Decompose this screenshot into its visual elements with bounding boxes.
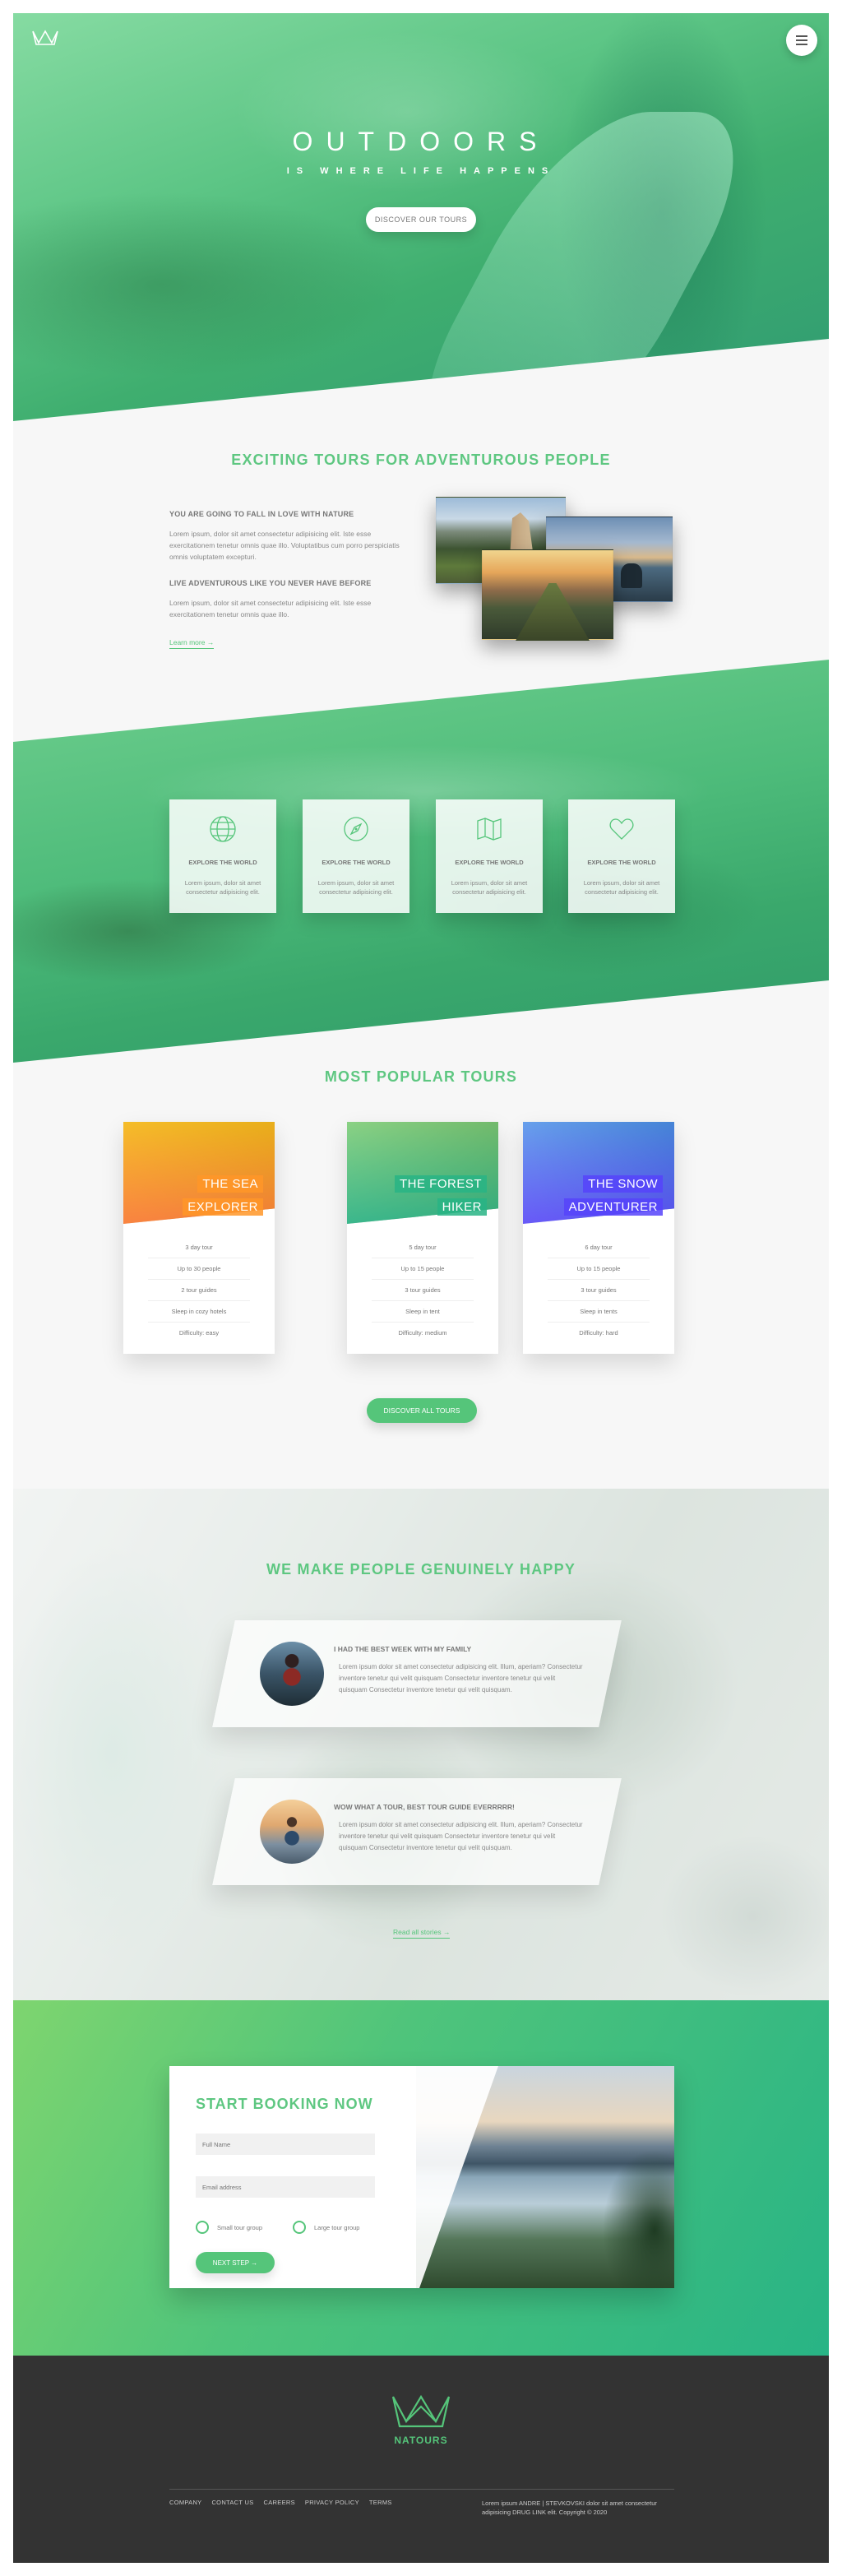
- feature-title: EXPLORE THE WORLD: [587, 859, 656, 866]
- footer-copyright: Lorem ipsum ANDRE | STEVKOVSKI dolor sit…: [482, 2500, 657, 2516]
- feature-text: Lorem ipsum, dolor sit amet consectetur …: [451, 879, 528, 896]
- about-paragraph-1: Lorem ipsum, dolor sit amet consectetur …: [169, 530, 400, 561]
- story-avatar: [260, 1642, 324, 1706]
- footer-link-careers[interactable]: CAREERS: [264, 2499, 295, 2506]
- feature-box: EXPLORE THE WORLD Lorem ipsum, dolor sit…: [303, 799, 409, 913]
- story-heading: WOW WHAT A TOUR, BEST TOUR GUIDE EVERRRR…: [334, 1803, 515, 1811]
- discover-tours-button[interactable]: DISCOVER OUR TOURS: [366, 207, 476, 232]
- footer: [13, 2356, 829, 2563]
- story-text: Lorem ipsum dolor sit amet consectetur a…: [339, 1663, 583, 1693]
- about-heading-1: YOU ARE GOING TO FALL IN LOVE WITH NATUR…: [169, 510, 354, 518]
- footer-link-company[interactable]: COMPANY: [169, 2499, 201, 2506]
- footer-nav: COMPANY CONTACT US CAREERS PRIVACY POLIC…: [169, 2499, 392, 2506]
- feature-box: EXPLORE THE WORLD Lorem ipsum, dolor sit…: [568, 799, 675, 913]
- story-heading: I HAD THE BEST WEEK WITH MY FAMILY: [334, 1645, 472, 1653]
- features-section: [13, 660, 829, 1063]
- large-group-radio[interactable]: Large tour group: [293, 2221, 359, 2234]
- map-icon: [477, 818, 502, 841]
- story-card: I HAD THE BEST WEEK WITH MY FAMILY Lorem…: [212, 1620, 622, 1727]
- menu-button[interactable]: [786, 25, 817, 56]
- discover-all-tours-button[interactable]: DISCOVER ALL TOURS: [367, 1398, 477, 1423]
- tour-card-name: THE SNOW ADVENTURER: [563, 1173, 663, 1219]
- feature-text: Lorem ipsum, dolor sit amet consectetur …: [317, 879, 395, 896]
- story-avatar: [260, 1800, 324, 1864]
- radio-circle-icon: [196, 2221, 209, 2234]
- footer-divider: [169, 2489, 674, 2490]
- feature-box: EXPLORE THE WORLD Lorem ipsum, dolor sit…: [436, 799, 543, 913]
- about-title: EXCITING TOURS FOR ADVENTUROUS PEOPLE: [231, 452, 611, 468]
- feature-title: EXPLORE THE WORLD: [455, 859, 524, 866]
- feature-box: EXPLORE THE WORLD Lorem ipsum, dolor sit…: [169, 799, 276, 913]
- tour-card-forest-hiker[interactable]: THE FOREST HIKER 5 day tour Up to 15 peopl…: [347, 1122, 498, 1354]
- hamburger-icon: [796, 35, 807, 37]
- story-card: WOW WHAT A TOUR, BEST TOUR GUIDE EVERRRR…: [212, 1778, 622, 1885]
- heart-icon: [609, 818, 634, 840]
- tour-card-details: 6 day tour Up to 15 people 3 tour guides Sl…: [548, 1237, 650, 1344]
- feature-text: Lorem ipsum, dolor sit amet consectetur …: [184, 879, 261, 896]
- story-text: Lorem ipsum dolor sit amet consectetur a…: [339, 1821, 583, 1851]
- full-name-input[interactable]: [196, 2134, 375, 2155]
- email-input[interactable]: [196, 2176, 375, 2198]
- tour-card-name: THE SEA EXPLORER: [183, 1173, 263, 1219]
- tour-card-details: 3 day tour Up to 30 people 2 tour guides Sl…: [148, 1237, 250, 1344]
- about-heading-2: LIVE ADVENTUROUS LIKE YOU NEVER HAVE BEF…: [169, 579, 372, 587]
- feature-title: EXPLORE THE WORLD: [322, 859, 391, 866]
- next-step-button[interactable]: NEXT STEP →: [196, 2252, 275, 2273]
- footer-logo-icon[interactable]: [388, 2390, 454, 2431]
- booking-card: START BOOKING NOW Small tour group Large…: [169, 2066, 674, 2288]
- footer-brand: NATOURS: [394, 2435, 448, 2446]
- feature-text: Lorem ipsum, dolor sit amet consectetur …: [583, 879, 660, 896]
- read-all-stories-link[interactable]: Read all stories →: [393, 1928, 451, 1939]
- stories-title: WE MAKE PEOPLE GENUINELY HAPPY: [266, 1561, 576, 1578]
- tour-card-details: 5 day tour Up to 15 people 3 tour guides Sl…: [372, 1237, 474, 1344]
- composition-photo-3[interactable]: [482, 549, 613, 640]
- feature-title: EXPLORE THE WORLD: [188, 859, 257, 866]
- footer-link-contact[interactable]: CONTACT US: [211, 2499, 253, 2506]
- small-group-radio[interactable]: Small tour group: [196, 2221, 262, 2234]
- about-paragraph-2: Lorem ipsum, dolor sit amet consectetur …: [169, 599, 372, 619]
- tours-title: MOST POPULAR TOURS: [324, 1068, 518, 1085]
- footer-link-terms[interactable]: TERMS: [369, 2499, 392, 2506]
- radio-circle-icon: [293, 2221, 306, 2234]
- hero-title: OUTDOORS: [292, 127, 550, 156]
- page: OUTDOORS IS WHERE LIFE HAPPENS DISCOVER …: [13, 13, 829, 2563]
- tour-card-sea-explorer[interactable]: THE SEA EXPLORER 3 day tour Up to 30 peopl…: [123, 1122, 275, 1354]
- booking-title: START BOOKING NOW: [196, 2096, 373, 2112]
- tour-card-name: THE FOREST HIKER: [394, 1173, 487, 1219]
- hero-subtitle: IS WHERE LIFE HAPPENS: [286, 166, 556, 176]
- footer-link-privacy[interactable]: PRIVACY POLICY: [305, 2499, 359, 2506]
- compass-icon: [344, 817, 368, 841]
- logo-icon[interactable]: [31, 28, 59, 48]
- tour-card-snow-adventurer[interactable]: THE SNOW ADVENTURER 6 day tour Up to 15 pe…: [523, 1122, 674, 1354]
- globe-icon: [210, 816, 236, 842]
- learn-more-link[interactable]: Learn more →: [169, 638, 215, 649]
